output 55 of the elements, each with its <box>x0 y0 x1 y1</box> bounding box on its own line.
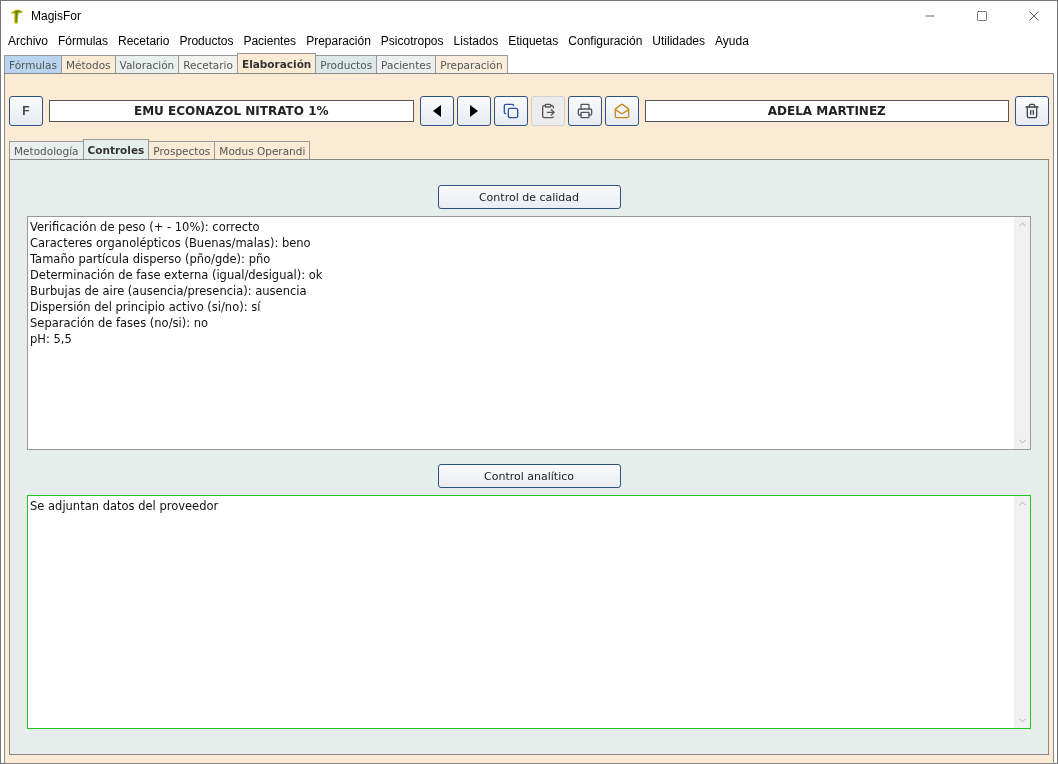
left-triangle-icon <box>432 105 441 117</box>
formula-field[interactable]: EMU ECONAZOL NITRATO 1% <box>49 100 414 122</box>
menu-item[interactable]: Etiquetas <box>503 31 564 51</box>
tab[interactable]: Controles <box>82 139 150 159</box>
text-line: Separación de fases (no/si): no <box>30 315 210 331</box>
menu-item[interactable]: Fórmulas <box>53 31 114 51</box>
tab[interactable]: Modus Operandi <box>214 141 311 159</box>
copy-button[interactable] <box>493 96 528 126</box>
paste-icon <box>539 103 556 119</box>
menu-item[interactable]: Listados <box>448 31 504 51</box>
patient-field[interactable]: ADELA MARTINEZ <box>644 100 1009 122</box>
next-button[interactable] <box>456 96 491 126</box>
tab[interactable]: Elaboración <box>236 53 317 73</box>
f-button[interactable]: F <box>9 96 43 126</box>
text-line: Determinación de fase externa (igual/desigual): ok <box>30 267 324 283</box>
menu-item[interactable]: Configuración <box>563 31 648 51</box>
previous-button[interactable] <box>419 96 454 126</box>
menu-item[interactable]: Psicotropos <box>375 31 449 51</box>
text-line: Burbujas de aire (ausencia/presencia): ausencia <box>30 283 308 299</box>
trash-icon <box>1024 103 1040 119</box>
text-line: Se adjuntan datos del proveedor <box>30 498 220 514</box>
text-line: pH: 5,5 <box>30 331 73 347</box>
menu-item[interactable]: Ayuda <box>710 31 754 51</box>
delete-button[interactable] <box>1015 96 1049 126</box>
copy-icon <box>502 103 519 119</box>
tab[interactable]: Metodología <box>9 141 84 159</box>
tab[interactable]: Preparación <box>435 55 508 73</box>
tab[interactable]: Fórmulas <box>4 55 62 73</box>
envelope-icon <box>613 103 630 119</box>
tab[interactable]: Productos <box>315 55 378 73</box>
tab[interactable]: Prospectos <box>148 141 216 159</box>
text-line: Caracteres organolépticos (Buenas/malas): beno <box>30 235 312 251</box>
app-logo-icon <box>9 8 25 24</box>
window-title: MagisFor <box>31 9 82 23</box>
maximize-icon <box>976 10 988 22</box>
section-button[interactable]: Control analítico <box>437 464 621 488</box>
text-line: Dispersión del principio activo (si/no): sí <box>30 299 262 315</box>
right-triangle-icon <box>469 105 478 117</box>
menu-item[interactable]: Recetario <box>113 31 175 51</box>
text-line: Tamaño partícula disperso (pño/gde): pño <box>30 251 272 267</box>
menu-item[interactable]: Productos <box>174 31 239 51</box>
printer-icon <box>576 103 593 119</box>
tab[interactable]: Pacientes <box>376 55 437 73</box>
tab[interactable]: Métodos <box>60 55 116 73</box>
menu-item[interactable]: Archivo <box>3 31 53 51</box>
tab[interactable]: Valoración <box>114 55 180 73</box>
text-line: Verificación de peso (+ - 10%): correcto <box>30 219 261 235</box>
paste-button[interactable] <box>530 96 565 126</box>
menu-item[interactable]: Preparación <box>301 31 376 51</box>
tab[interactable]: Recetario <box>178 55 238 73</box>
menu-item[interactable]: Pacientes <box>238 31 302 51</box>
section-button[interactable]: Control de calidad <box>437 185 621 209</box>
print-button[interactable] <box>567 96 602 126</box>
menu-item[interactable]: Utilidades <box>647 31 711 51</box>
mail-button[interactable] <box>604 96 639 126</box>
